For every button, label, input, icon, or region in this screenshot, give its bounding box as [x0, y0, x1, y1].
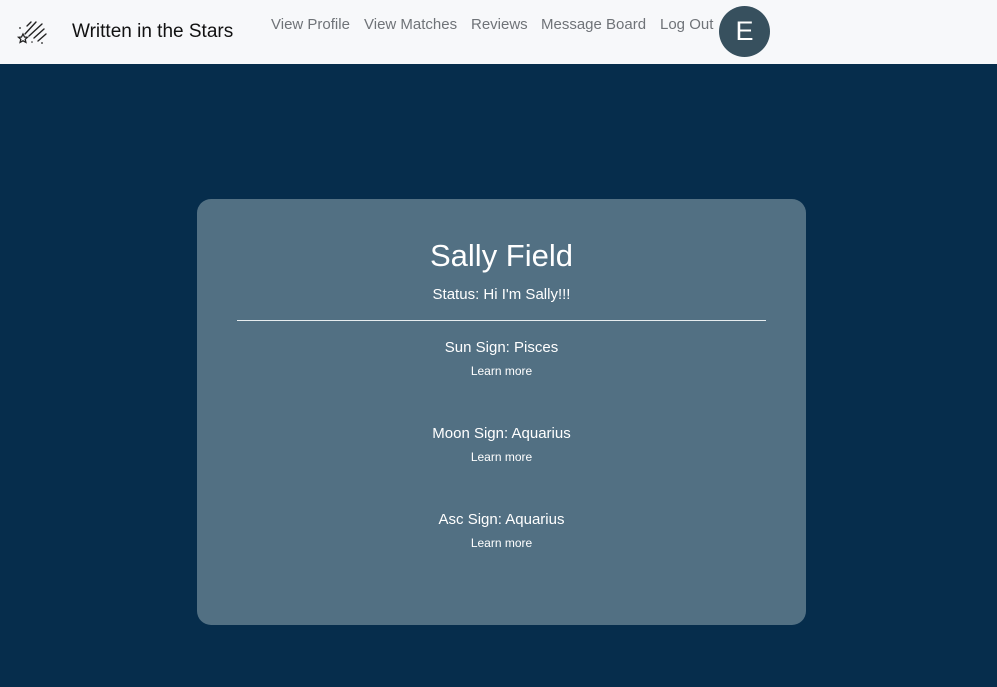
- nav-message-board[interactable]: Message Board: [541, 15, 646, 35]
- moon-sign-label: Moon Sign: Aquarius: [432, 425, 571, 442]
- shooting-stars-icon[interactable]: [16, 16, 48, 46]
- asc-sign-learn-more: Learn more: [197, 535, 806, 551]
- user-avatar[interactable]: E: [719, 6, 770, 57]
- nav-log-out[interactable]: Log Out: [660, 15, 713, 35]
- sun-sign-learn-more: Learn more: [197, 363, 806, 379]
- nav-reviews[interactable]: Reviews: [471, 15, 528, 35]
- top-navbar: Written in the Stars View Profile View M…: [0, 0, 997, 64]
- profile-card: Sally Field Status: Hi I'm Sally!!! Sun …: [197, 199, 806, 625]
- brand-title[interactable]: Written in the Stars: [72, 20, 233, 44]
- nav-view-matches[interactable]: View Matches: [364, 15, 457, 35]
- sun-sign-learn-more-link[interactable]: Learn more: [471, 364, 532, 378]
- moon-sign-learn-more-link[interactable]: Learn more: [471, 450, 532, 464]
- asc-sign-label: Asc Sign: Aquarius: [438, 511, 565, 528]
- moon-sign-learn-more: Learn more: [197, 449, 806, 465]
- asc-sign-learn-more-link[interactable]: Learn more: [471, 536, 532, 550]
- divider: [237, 320, 766, 321]
- profile-status: Status: Hi I'm Sally!!!: [432, 286, 571, 303]
- profile-name: Sally Field: [430, 238, 573, 273]
- sun-sign-label: Sun Sign: Pisces: [444, 339, 559, 356]
- nav-view-profile[interactable]: View Profile: [271, 15, 350, 35]
